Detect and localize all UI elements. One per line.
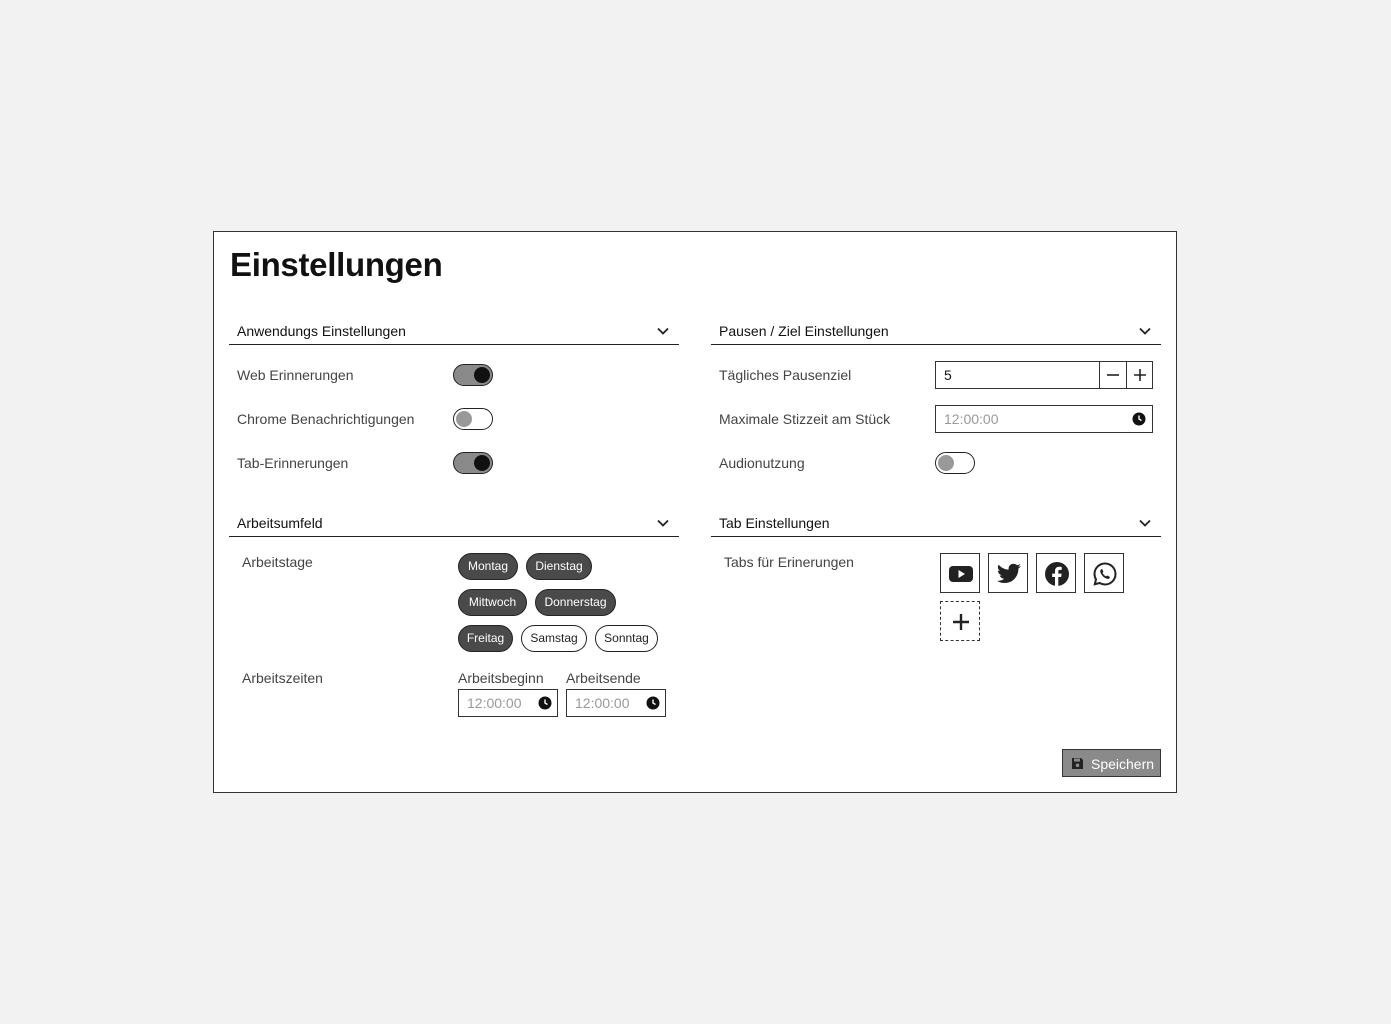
chevron-down-icon	[1139, 519, 1151, 527]
audio-usage-label: Audionutzung	[719, 455, 805, 471]
tab-tile-facebook[interactable]	[1036, 553, 1076, 593]
tab-settings-section: Tab Einstellungen Tabs für Erinerungen	[711, 511, 1161, 651]
clock-icon[interactable]	[1132, 412, 1146, 426]
work-start-label: Arbeitsbeginn	[458, 670, 544, 686]
work-start-time-input[interactable]	[459, 690, 535, 716]
pause-settings-title: Pausen / Ziel Einstellungen	[719, 323, 889, 339]
plus-icon	[953, 614, 969, 630]
youtube-icon	[949, 566, 973, 582]
day-chip-sunday[interactable]: Sonntag	[595, 625, 658, 652]
max-sitting-time-field	[935, 405, 1153, 433]
plus-icon	[1134, 369, 1146, 381]
add-tab-button[interactable]	[940, 601, 980, 641]
chevron-down-icon	[657, 519, 669, 527]
day-chip-thursday[interactable]: Donnerstag	[535, 589, 616, 616]
work-environment-title: Arbeitsumfeld	[237, 515, 323, 531]
chevron-down-icon	[657, 327, 669, 335]
pause-settings-section: Pausen / Ziel Einstellungen Tägliches Pa…	[711, 319, 1161, 479]
app-settings-header[interactable]: Anwendungs Einstellungen	[229, 319, 679, 345]
max-sitting-time-input[interactable]	[936, 406, 1126, 432]
app-settings-section: Anwendungs Einstellungen Web Erinnerunge…	[229, 319, 679, 479]
settings-panel: Einstellungen Anwendungs Einstellungen W…	[213, 231, 1177, 793]
day-chip-friday[interactable]: Freitag	[458, 625, 513, 652]
toggle-knob	[938, 455, 954, 471]
work-hours-label: Arbeitszeiten	[242, 670, 323, 686]
decrement-button[interactable]	[1099, 362, 1126, 388]
clock-icon[interactable]	[646, 696, 660, 710]
toggle-knob	[456, 411, 472, 427]
day-chip-tuesday[interactable]: Dienstag	[526, 553, 592, 580]
chrome-notifications-toggle[interactable]	[453, 408, 493, 430]
audio-usage-toggle[interactable]	[935, 452, 975, 474]
page-title: Einstellungen	[230, 246, 443, 283]
tab-settings-header[interactable]: Tab Einstellungen	[711, 511, 1161, 537]
save-button[interactable]: Speichern	[1062, 749, 1161, 777]
work-environment-section: Arbeitsumfeld Arbeitstage Montag Diensta…	[229, 511, 679, 721]
pause-settings-header[interactable]: Pausen / Ziel Einstellungen	[711, 319, 1161, 345]
work-days-label: Arbeitstage	[242, 554, 313, 570]
day-chip-saturday[interactable]: Samstag	[521, 625, 587, 652]
twitter-icon	[997, 563, 1021, 583]
max-sitting-label: Maximale Stizzeit am Stück	[719, 411, 891, 427]
day-chip-wednesday[interactable]: Mittwoch	[458, 589, 527, 616]
daily-goal-input[interactable]	[936, 362, 1100, 388]
daily-goal-label: Tägliches Pausenziel	[719, 367, 852, 383]
chevron-down-icon	[1139, 327, 1151, 335]
work-end-time-field	[566, 689, 666, 717]
clock-icon[interactable]	[538, 696, 552, 710]
tab-reminders-label: Tab-Erinnerungen	[237, 455, 349, 471]
daily-goal-stepper	[935, 361, 1153, 389]
toggle-knob	[474, 455, 490, 471]
toggle-knob	[474, 367, 490, 383]
tab-settings-title: Tab Einstellungen	[719, 515, 830, 531]
tabs-for-reminders-label: Tabs für Erinerungen	[724, 554, 854, 570]
tab-reminders-toggle[interactable]	[453, 452, 493, 474]
day-chip-monday[interactable]: Montag	[458, 553, 518, 580]
floppy-disk-icon	[1072, 758, 1083, 769]
work-end-label: Arbeitsende	[566, 670, 641, 686]
increment-button[interactable]	[1126, 362, 1153, 388]
work-end-time-input[interactable]	[567, 690, 643, 716]
tab-tile-whatsapp[interactable]	[1084, 553, 1124, 593]
whatsapp-icon	[1093, 562, 1117, 586]
save-button-label: Speichern	[1091, 756, 1155, 772]
tab-tile-twitter[interactable]	[988, 553, 1028, 593]
work-start-time-field	[458, 689, 558, 717]
web-reminders-label: Web Erinnerungen	[237, 367, 354, 383]
app-settings-title: Anwendungs Einstellungen	[237, 323, 406, 339]
facebook-icon	[1045, 562, 1069, 586]
tab-tile-youtube[interactable]	[940, 553, 980, 593]
work-environment-header[interactable]: Arbeitsumfeld	[229, 511, 679, 537]
web-reminders-toggle[interactable]	[453, 364, 493, 386]
minus-icon	[1107, 374, 1119, 376]
chrome-notifications-label: Chrome Benachrichtigungen	[237, 411, 415, 427]
